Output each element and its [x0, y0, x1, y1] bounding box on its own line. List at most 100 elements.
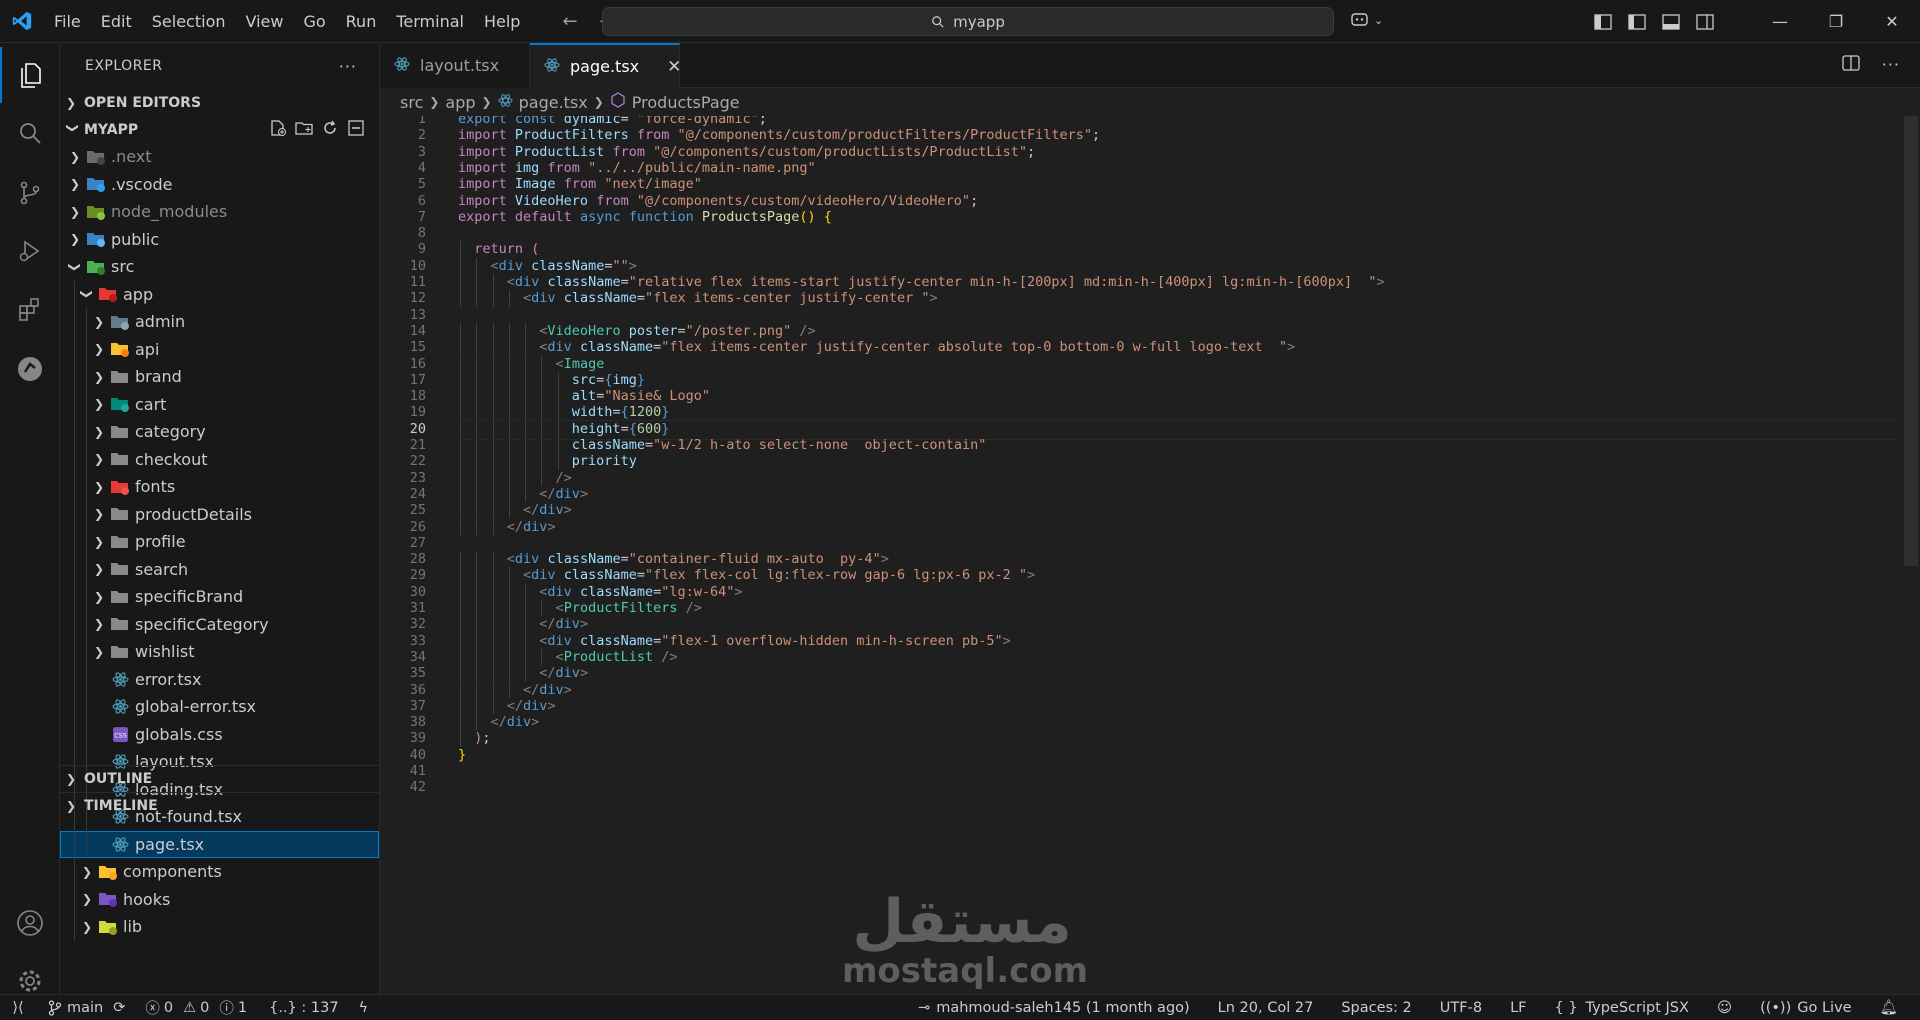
explorer-icon[interactable]: [0, 47, 60, 103]
code-line[interactable]: return (: [458, 241, 539, 257]
close-window-icon[interactable]: ✕: [1864, 12, 1920, 31]
sync-icon[interactable]: ⟳: [113, 1000, 125, 1016]
code-line[interactable]: width={1200}: [458, 404, 670, 420]
code-line[interactable]: />: [458, 470, 572, 486]
folder-item[interactable]: ❯ checkout: [60, 445, 379, 473]
code-line[interactable]: </div>: [458, 698, 556, 714]
split-editor-icon[interactable]: [1842, 55, 1860, 75]
code-line[interactable]: <ProductList />: [458, 649, 678, 665]
run-debug-icon[interactable]: [0, 223, 60, 279]
refresh-icon[interactable]: [321, 119, 339, 141]
code-line[interactable]: src={img}: [458, 372, 645, 388]
close-tab-icon[interactable]: ✕: [667, 57, 681, 77]
code-line[interactable]: );: [458, 730, 490, 746]
code-line[interactable]: <ProductFilters />: [458, 600, 702, 616]
code-line[interactable]: <VideoHero poster="/poster.png" />: [458, 323, 815, 339]
folder-item[interactable]: ❯ cart: [60, 390, 379, 418]
extensions-icon[interactable]: [0, 281, 60, 337]
chevron-down-icon[interactable]: ⌄: [1374, 14, 1383, 27]
folder-item[interactable]: ❯ category: [60, 418, 379, 446]
folder-item[interactable]: ❯ api: [60, 335, 379, 363]
code-line[interactable]: </div>: [458, 682, 572, 698]
folder-item[interactable]: ❯ wishlist: [60, 638, 379, 666]
breadcrumb-src[interactable]: src: [400, 93, 423, 112]
encoding[interactable]: UTF-8: [1440, 1000, 1482, 1016]
folder-item[interactable]: ❯ specificCategory: [60, 610, 379, 638]
customize-layout-icon[interactable]: [1586, 13, 1620, 30]
menu-terminal[interactable]: Terminal: [386, 0, 474, 43]
source-control-icon[interactable]: [0, 165, 60, 221]
folder-item[interactable]: ❯ lib: [60, 913, 379, 941]
folder-item[interactable]: ❯ src: [60, 253, 379, 281]
code-line[interactable]: import ProductList from "@/components/cu…: [458, 144, 1035, 160]
file-item[interactable]: CSS globals.css: [60, 720, 379, 748]
cursor-position[interactable]: Ln 20, Col 27: [1218, 1000, 1314, 1016]
menu-help[interactable]: Help: [474, 0, 530, 43]
code-editor[interactable]: 1 2 3 4 5 6 7 8 9 10 11 12 13 14 15 16 17 18 19 20 21 22 23 24 2…: [380, 116, 1920, 994]
code-line[interactable]: </div>: [458, 616, 588, 632]
copilot-icon[interactable]: ⌄: [1350, 10, 1383, 30]
code-line[interactable]: <div className="flex items-center justif…: [458, 290, 938, 306]
code-line[interactable]: <div className="container-fluid mx-auto …: [458, 551, 889, 567]
account-icon[interactable]: [0, 895, 60, 951]
workspace-section[interactable]: ❯ MYAPP: [60, 116, 379, 143]
code-line[interactable]: export default async function ProductsPa…: [458, 209, 832, 225]
code-line[interactable]: <Image: [458, 356, 605, 372]
end-of-line[interactable]: LF: [1510, 1000, 1526, 1016]
folder-item[interactable]: ❯ admin: [60, 308, 379, 336]
new-file-icon[interactable]: [269, 119, 287, 141]
timeline-section[interactable]: ❯ TIMELINE: [60, 792, 379, 819]
file-item[interactable]: page.tsx: [60, 830, 379, 858]
folder-item[interactable]: ❯ .next: [60, 143, 379, 171]
problems-indicator[interactable]: ⓧ 0 ⚠ 0 ⓘ 1: [145, 997, 247, 1018]
code-line[interactable]: <div className="flex items-center justif…: [458, 339, 1295, 355]
indentation[interactable]: Spaces: 2: [1341, 1000, 1411, 1016]
code-line[interactable]: import ProductFilters from "@/components…: [458, 127, 1100, 143]
folder-item[interactable]: ❯ hooks: [60, 885, 379, 913]
code-line[interactable]: export const dynamic= "force-dynamic";: [458, 116, 767, 127]
code-line[interactable]: </div>: [458, 714, 540, 730]
code-line[interactable]: import VideoHero from "@/components/cust…: [458, 193, 978, 209]
command-center[interactable]: myapp: [602, 7, 1334, 36]
code-line[interactable]: height={600}: [458, 421, 670, 437]
folder-item[interactable]: ❯ brand: [60, 363, 379, 391]
menu-run[interactable]: Run: [336, 0, 387, 43]
file-item[interactable]: global-error.tsx: [60, 693, 379, 721]
language-mode[interactable]: { } TypeScript JSX: [1554, 1000, 1688, 1016]
outline-section[interactable]: ❯ OUTLINE: [60, 765, 379, 792]
branch-indicator[interactable]: main: [48, 1000, 103, 1016]
breadcrumb-app[interactable]: app: [445, 93, 475, 112]
code-line[interactable]: alt="Nasie& Logo": [458, 388, 710, 404]
breadcrumb-file[interactable]: page.tsx: [519, 93, 588, 112]
notifications-bell-icon[interactable]: 🔔︎: [1880, 999, 1898, 1016]
tab-page-tsx[interactable]: page.tsx ✕: [530, 43, 681, 88]
code-line[interactable]: className="w-1/2 h-ato select-none objec…: [458, 437, 987, 453]
search-view-icon[interactable]: [0, 105, 60, 161]
breadcrumb-symbol[interactable]: ProductsPage: [632, 93, 740, 112]
lightning-icon[interactable]: ϟ: [359, 1000, 369, 1016]
folder-item[interactable]: ❯ productDetails: [60, 500, 379, 528]
code-line[interactable]: </div>: [458, 486, 588, 502]
code-line[interactable]: <div className="flex flex-col lg:flex-ro…: [458, 567, 1035, 583]
code-line[interactable]: <div className="relative flex items-star…: [458, 274, 1385, 290]
code-line[interactable]: </div>: [458, 665, 588, 681]
toggle-secondary-sidebar-icon[interactable]: [1688, 13, 1722, 30]
collapse-all-icon[interactable]: [347, 119, 365, 141]
folder-item[interactable]: ❯ profile: [60, 528, 379, 556]
restore-icon[interactable]: ❐: [1808, 12, 1864, 31]
remote-indicator-icon[interactable]: ⟩⟨: [0, 1000, 36, 1016]
back-arrow-icon[interactable]: ←: [562, 11, 577, 32]
code-line[interactable]: </div>: [458, 502, 572, 518]
copilot-status-icon[interactable]: ☺: [1717, 1000, 1732, 1016]
folder-item[interactable]: ❯ .vscode: [60, 171, 379, 199]
git-blame[interactable]: ⊸ mahmoud-saleh145 (1 month ago): [918, 1000, 1190, 1016]
remote-explorer-icon[interactable]: [0, 341, 60, 397]
editor-scrollbar[interactable]: [1904, 116, 1920, 994]
go-live-button[interactable]: ((•)) Go Live: [1760, 1000, 1852, 1016]
code-line[interactable]: }: [458, 747, 466, 763]
menu-edit[interactable]: Edit: [91, 0, 142, 43]
code-line[interactable]: <div className="">: [458, 258, 637, 274]
code-line[interactable]: priority: [458, 453, 637, 469]
folder-item[interactable]: ❯ app: [60, 280, 379, 308]
code-line[interactable]: <div className="flex-1 overflow-hidden m…: [458, 633, 1010, 649]
